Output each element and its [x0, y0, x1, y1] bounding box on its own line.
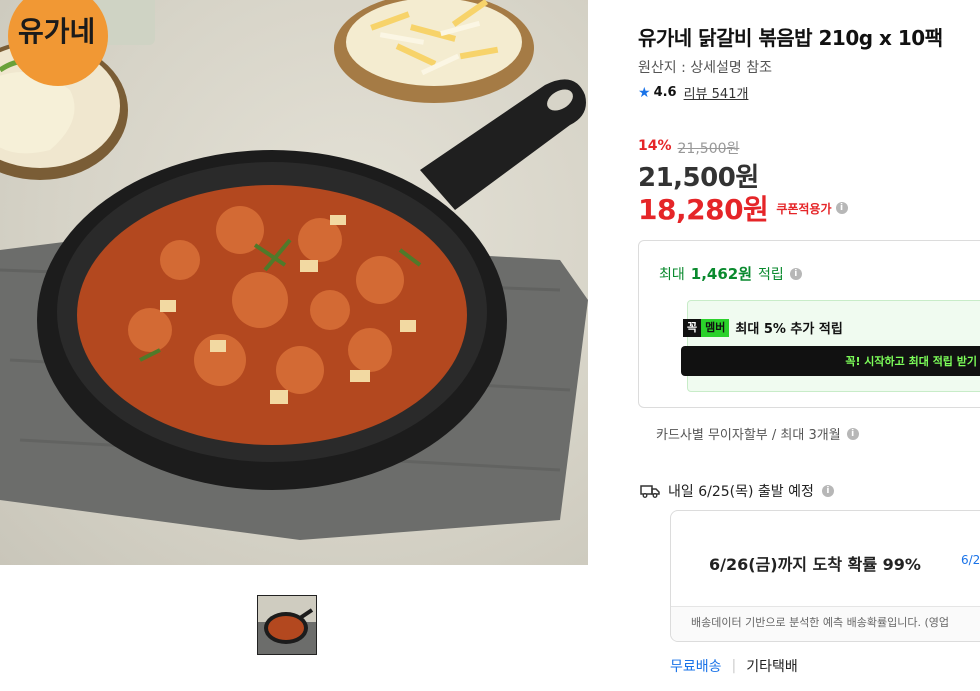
info-icon[interactable]: i	[846, 427, 859, 440]
product-origin: 원산지 : 상세설명 참조	[638, 60, 772, 76]
coupon-label[interactable]: 쿠폰적용가 i	[776, 200, 848, 217]
product-title: 유가네 닭갈비 볶음밥 210g x 10팩	[638, 26, 943, 50]
brand-logo-text: 유가네	[18, 15, 96, 48]
shipping-options: 무료배송 | 기타택배	[670, 656, 798, 676]
installment-text: 카드사별 무이자할부 / 최대 3개월	[656, 428, 841, 443]
membership-badge-b: 멤버	[701, 318, 730, 337]
rating-score: 4.6	[653, 85, 677, 100]
product-rating[interactable]: ★ 4.6 리뷰 541개	[638, 83, 748, 102]
arrival-side-date[interactable]: 6/2	[961, 553, 980, 567]
info-icon[interactable]: i	[821, 485, 834, 497]
max-reward-amount: 1,462원	[690, 265, 753, 283]
delivery-note: 배송데이터 기반으로 분석한 예측 배송확률입니다. (영업	[671, 606, 980, 641]
truck-icon	[640, 485, 660, 498]
carrier-label: 기타택배	[746, 659, 798, 675]
star-icon: ★	[638, 84, 651, 101]
max-reward-suffix: 적립	[758, 266, 784, 283]
max-reward-prefix: 최대	[659, 266, 685, 283]
shipping-separator: |	[731, 658, 737, 674]
membership-promo: 꼭 멤버 최대 5% 추가 적립 꼭! 시작하고 최대 적립 받기	[681, 300, 980, 392]
delivery-estimate-box: 6/26(금)까지 도착 확률 99% 6/2 배송데이터 기반으로 분석한 예…	[670, 510, 980, 642]
coupon-price-row: 18,280원 쿠폰적용가 i	[638, 188, 848, 228]
departure-text: 내일 6/25(목) 출발 예정	[668, 484, 814, 500]
product-main-image[interactable]: 유가네	[0, 0, 588, 565]
membership-head: 꼭 멤버 최대 5% 추가 적립	[683, 318, 843, 337]
original-price: 21,500원	[677, 141, 740, 157]
max-reward: 최대 1,462원 적립 i	[659, 263, 802, 284]
installment-info: 카드사별 무이자할부 / 최대 3개월 i	[656, 424, 859, 443]
info-icon[interactable]: i	[835, 202, 848, 214]
arrival-probability: 6/26(금)까지 도착 확률 99%	[709, 555, 921, 574]
reward-box: 최대 1,462원 적립 i 꼭 멤버 최대 5% 추가 적립 꼭! 시작하고 …	[638, 240, 980, 408]
shipping-departure: 내일 6/25(목) 출발 예정 i	[640, 481, 834, 501]
membership-text: 최대 5% 추가 적립	[735, 322, 843, 337]
free-shipping-label[interactable]: 무료배송	[670, 656, 722, 676]
coupon-price: 18,280원	[638, 193, 769, 226]
price-discount-row: 14% 21,500원	[638, 138, 739, 158]
coupon-label-text: 쿠폰적용가	[776, 201, 832, 216]
brand-logo: 유가네	[18, 10, 95, 50]
discount-rate: 14%	[638, 138, 672, 154]
info-icon[interactable]: i	[789, 267, 802, 280]
product-thumbnail[interactable]	[257, 595, 317, 655]
membership-badge: 꼭 멤버	[683, 318, 730, 337]
membership-badge-a: 꼭	[683, 318, 702, 337]
membership-start-button[interactable]: 꼭! 시작하고 최대 적립 받기	[681, 346, 980, 376]
review-count-link[interactable]: 리뷰 541개	[684, 83, 749, 102]
